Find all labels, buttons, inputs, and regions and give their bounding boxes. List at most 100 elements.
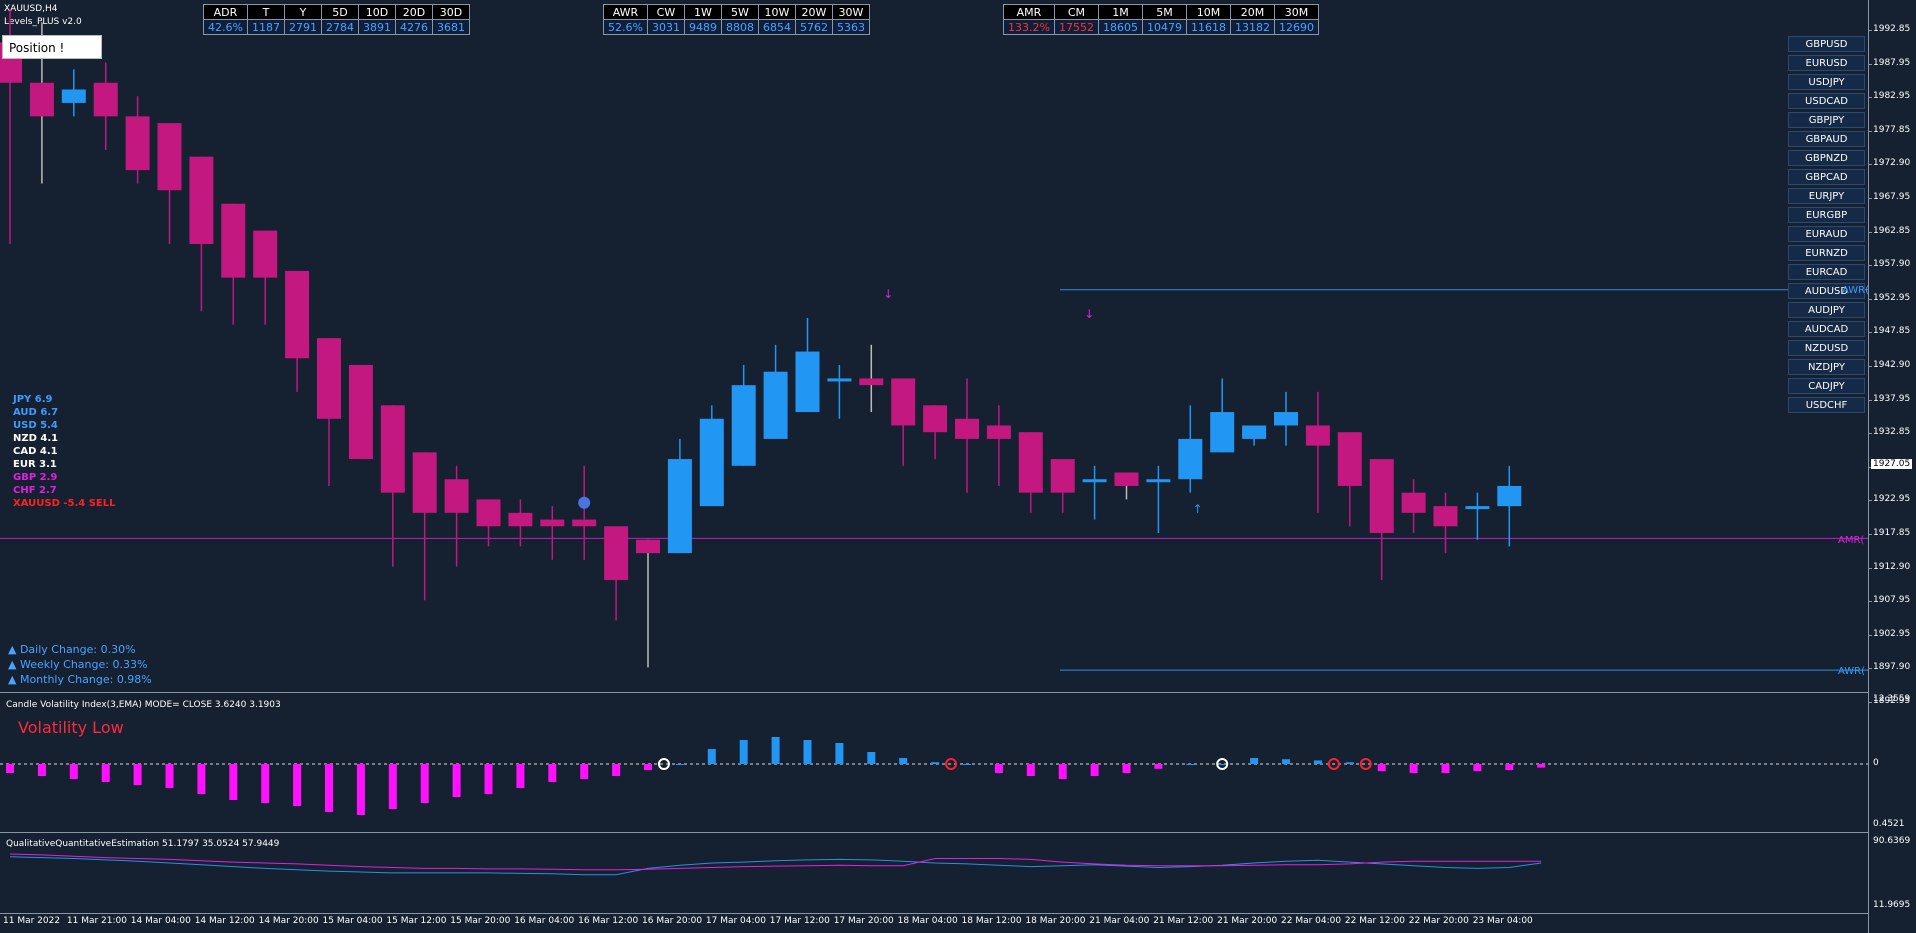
currency-strength-item: USD 5.4 — [13, 420, 58, 431]
price-axis-tick — [1869, 567, 1872, 569]
candle-body — [1018, 432, 1043, 493]
weekly-value-cell: 5762 — [794, 19, 833, 35]
candlestick-chart: ↓ ↓ ↑ — [0, 8, 1868, 671]
volatility-bar — [1026, 764, 1035, 776]
candle — [923, 405, 948, 460]
time-axis-label: 18 Mar 20:00 — [1025, 916, 1086, 926]
candle — [61, 69, 86, 117]
candle — [1274, 391, 1298, 446]
price-axis-label: 1937.95 — [1873, 393, 1911, 404]
weekly-value-cell: 8808 — [720, 19, 759, 35]
time-axis-label: 21 Mar 20:00 — [1217, 916, 1278, 926]
pair-button-usdjpy[interactable]: USDJPY — [1788, 74, 1865, 90]
volatility-bar — [229, 764, 238, 800]
pair-button-eurcad[interactable]: EURCAD — [1788, 264, 1865, 280]
candle-body — [763, 371, 788, 439]
candle — [763, 344, 788, 439]
pair-button-audjpy[interactable]: AUDJPY — [1788, 302, 1865, 318]
volatility-bar — [803, 740, 812, 764]
pair-button-cadjpy[interactable]: CADJPY — [1788, 378, 1865, 394]
pair-button-gbpjpy[interactable]: GBPJPY — [1788, 112, 1865, 128]
candle — [157, 123, 182, 245]
time-axis-label: 21 Mar 12:00 — [1153, 916, 1214, 926]
time-axis-label: 16 Mar 20:00 — [642, 916, 703, 926]
price-axis-tick — [1869, 231, 1872, 233]
daily-range-table: ADR T Y 5D 10D 20D 30D 42.6% 1187 2791 2784 3891 42… — [203, 4, 470, 35]
pair-button-gbpnzd[interactable]: GBPNZD — [1788, 150, 1865, 166]
volatility-bar — [516, 764, 525, 788]
candle — [827, 364, 852, 419]
pair-button-eurnzd[interactable]: EURNZD — [1788, 245, 1865, 261]
currency-strength-item: AUD 6.7 — [13, 407, 59, 418]
candle — [1050, 459, 1075, 513]
daily-header-cell: ADR — [203, 4, 248, 20]
pair-button-usdcad[interactable]: USDCAD — [1788, 93, 1865, 109]
candle-body — [1274, 412, 1298, 426]
pair-button-gbpusd[interactable]: GBPUSD — [1788, 36, 1865, 52]
price-axis-label: 1992.85 — [1873, 24, 1911, 34]
pair-button-nzdjpy[interactable]: NZDJPY — [1788, 359, 1865, 375]
pair-button-usdchf[interactable]: USDCHF — [1788, 397, 1865, 413]
candle — [380, 405, 405, 567]
price-axis-tick — [1869, 534, 1872, 535]
volatility-bar — [69, 764, 78, 779]
amr-level-label: AMR( — [1838, 535, 1865, 546]
pair-button-gbpaud[interactable]: GBPAUD — [1788, 131, 1865, 147]
time-axis-label: 18 Mar 12:00 — [961, 916, 1022, 926]
price-axis-tick — [1869, 366, 1872, 367]
candle-body — [1146, 479, 1171, 483]
position-button[interactable]: Position ! — [2, 35, 102, 59]
candle — [1146, 465, 1171, 533]
weekly-header-cell: 1W — [683, 4, 722, 20]
daily-value-cell: 1187 — [246, 19, 285, 35]
candle — [508, 499, 533, 547]
daily-value-cell: 3891 — [357, 19, 396, 35]
candle-body — [253, 230, 278, 278]
daily-header-cell: 10D — [357, 4, 396, 20]
sell-arrow-icon: ↓ — [883, 287, 893, 301]
candle-body — [29, 82, 54, 117]
monthly-value-cell: 12690 — [1273, 19, 1319, 35]
time-axis-label: 14 Mar 04:00 — [130, 916, 191, 926]
awr-low-level-label: AWR( — [1838, 666, 1866, 677]
price-axis-tick — [1869, 265, 1872, 267]
price-axis-tick — [1869, 130, 1872, 132]
buy-arrow-icon: ↑ — [1193, 502, 1203, 516]
monthly-header-cell: CM — [1053, 4, 1099, 20]
price-axis-label: 1907.95 — [1873, 595, 1911, 606]
price-axis-label: 1947.85 — [1873, 326, 1911, 337]
volatility-bar — [1313, 760, 1322, 764]
pair-button-eurjpy[interactable]: EURJPY — [1788, 188, 1865, 204]
time-axis-label: 17 Mar 04:00 — [705, 916, 766, 926]
volatility-axis-label: 0 — [1873, 758, 1879, 768]
pair-button-nzdusd[interactable]: NZDUSD — [1788, 340, 1865, 356]
time-axis-label: 22 Mar 12:00 — [1344, 916, 1405, 926]
price-axis-label: 1987.95 — [1873, 57, 1911, 68]
pair-button-eurgbp[interactable]: EURGBP — [1788, 207, 1865, 223]
time-axis-label: 15 Mar 04:00 — [322, 916, 383, 926]
candle-body — [859, 378, 884, 386]
candle-body — [667, 459, 692, 554]
volatility-bar — [37, 764, 46, 776]
pair-button-audcad[interactable]: AUDCAD — [1788, 321, 1865, 337]
candle-body — [923, 405, 948, 433]
price-axis-tick — [1869, 198, 1872, 199]
price-axis-label: 1922.95 — [1873, 494, 1911, 505]
candle-body — [189, 156, 214, 245]
volatility-bar — [1377, 764, 1386, 772]
pair-button-gbpcad[interactable]: GBPCAD — [1788, 169, 1865, 185]
price-axis[interactable]: 1992.85 1987.95 1982.95 1977.85 1972.90 1967.… — [1868, 0, 1916, 933]
price-axis-tick — [1869, 63, 1872, 65]
candle — [1401, 479, 1426, 533]
pair-button-eurusd[interactable]: EURUSD — [1788, 55, 1865, 71]
volatility-bar — [420, 764, 429, 803]
change-item: ▲ Daily Change: 0.30% — [8, 643, 136, 656]
candle — [859, 344, 884, 413]
pair-button-euraud[interactable]: EURAUD — [1788, 226, 1865, 242]
price-axis-label: 1967.95 — [1873, 192, 1911, 202]
candle — [444, 465, 469, 567]
candle-body — [285, 270, 310, 359]
price-axis-label: 1897.90 — [1873, 662, 1911, 673]
volatility-bar — [1122, 764, 1131, 773]
daily-header-cell: 30D — [431, 4, 470, 20]
